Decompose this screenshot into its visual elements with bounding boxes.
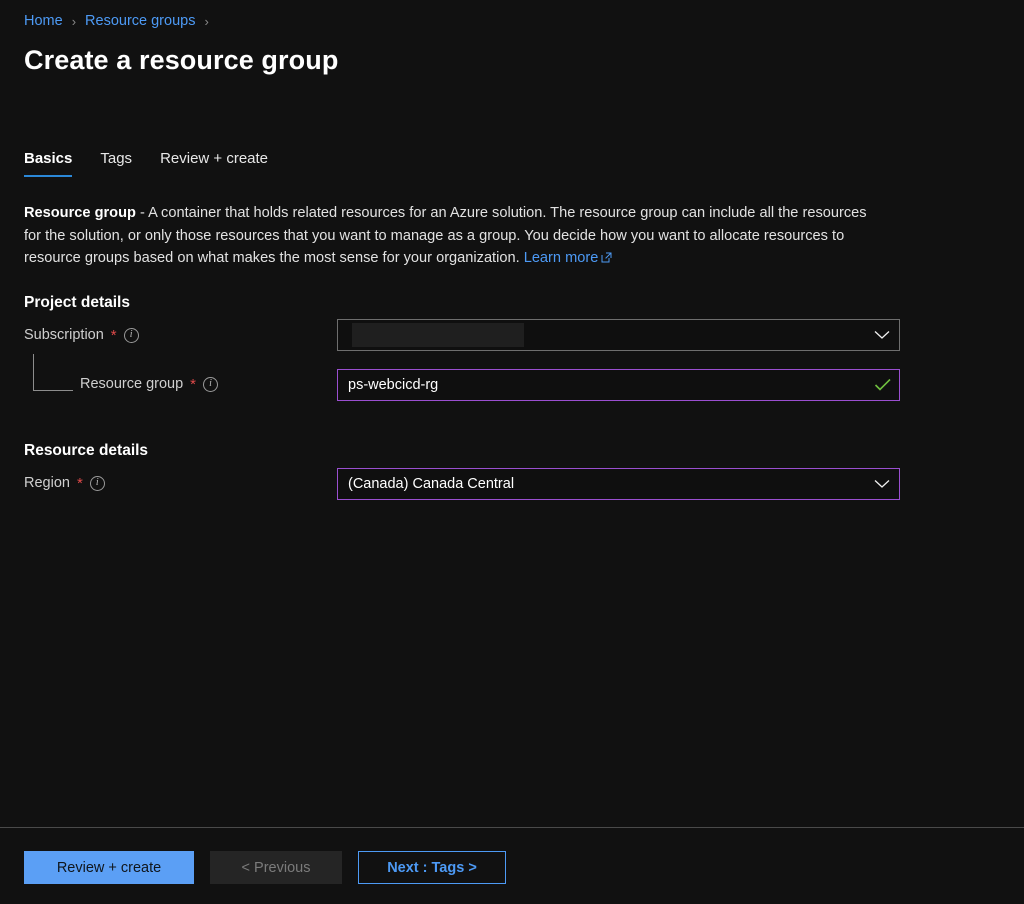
tab-basics[interactable]: Basics xyxy=(24,150,72,177)
required-asterisk: * xyxy=(190,377,196,392)
subscription-label: Subscription * i xyxy=(24,327,139,343)
subscription-label-text: Subscription xyxy=(24,327,104,343)
resource-group-description: Resource group - A container that holds … xyxy=(24,202,886,271)
breadcrumb: Home › Resource groups › xyxy=(24,13,209,29)
external-link-icon xyxy=(601,248,612,271)
resource-group-label: Resource group * i xyxy=(80,376,218,392)
tab-bar: Basics Tags Review + create xyxy=(24,150,268,177)
description-lead: Resource group xyxy=(24,205,136,221)
footer-action-bar: Review + create < Previous Next : Tags > xyxy=(24,851,506,884)
subscription-dropdown[interactable] xyxy=(337,319,900,351)
resource-group-label-text: Resource group xyxy=(80,376,183,392)
resource-group-input[interactable]: ps-webcicd-rg xyxy=(337,369,900,401)
footer-separator xyxy=(0,827,1024,828)
info-icon[interactable]: i xyxy=(90,476,105,491)
required-asterisk: * xyxy=(77,476,83,491)
chevron-right-icon: › xyxy=(72,14,76,29)
valid-check-icon xyxy=(867,378,899,392)
chevron-right-icon: › xyxy=(204,14,208,29)
review-create-button[interactable]: Review + create xyxy=(24,851,194,884)
required-asterisk: * xyxy=(111,328,117,343)
tab-tags[interactable]: Tags xyxy=(100,150,132,177)
chevron-down-icon[interactable] xyxy=(865,330,899,340)
chevron-down-icon[interactable] xyxy=(865,479,899,489)
resource-group-value[interactable]: ps-webcicd-rg xyxy=(338,377,867,393)
description-body: - A container that holds related resourc… xyxy=(24,205,867,266)
learn-more-link[interactable]: Learn more xyxy=(524,250,599,266)
region-dropdown[interactable]: (Canada) Canada Central xyxy=(337,468,900,500)
breadcrumb-item-resource-groups[interactable]: Resource groups xyxy=(85,13,195,29)
region-value: (Canada) Canada Central xyxy=(338,476,865,492)
next-tags-button[interactable]: Next : Tags > xyxy=(358,851,506,884)
field-indent-connector xyxy=(33,354,73,391)
info-icon[interactable]: i xyxy=(124,328,139,343)
redacted-subscription-value xyxy=(352,323,524,347)
page-title: Create a resource group xyxy=(24,45,338,76)
subscription-value xyxy=(338,323,865,347)
breadcrumb-item-home[interactable]: Home xyxy=(24,13,63,29)
region-label: Region * i xyxy=(24,475,105,491)
project-details-heading: Project details xyxy=(24,294,130,312)
create-resource-group-page: Home › Resource groups › Create a resour… xyxy=(0,0,1024,904)
region-label-text: Region xyxy=(24,475,70,491)
previous-button: < Previous xyxy=(210,851,342,884)
tab-review-create[interactable]: Review + create xyxy=(160,150,268,177)
info-icon[interactable]: i xyxy=(203,377,218,392)
resource-details-heading: Resource details xyxy=(24,442,148,460)
